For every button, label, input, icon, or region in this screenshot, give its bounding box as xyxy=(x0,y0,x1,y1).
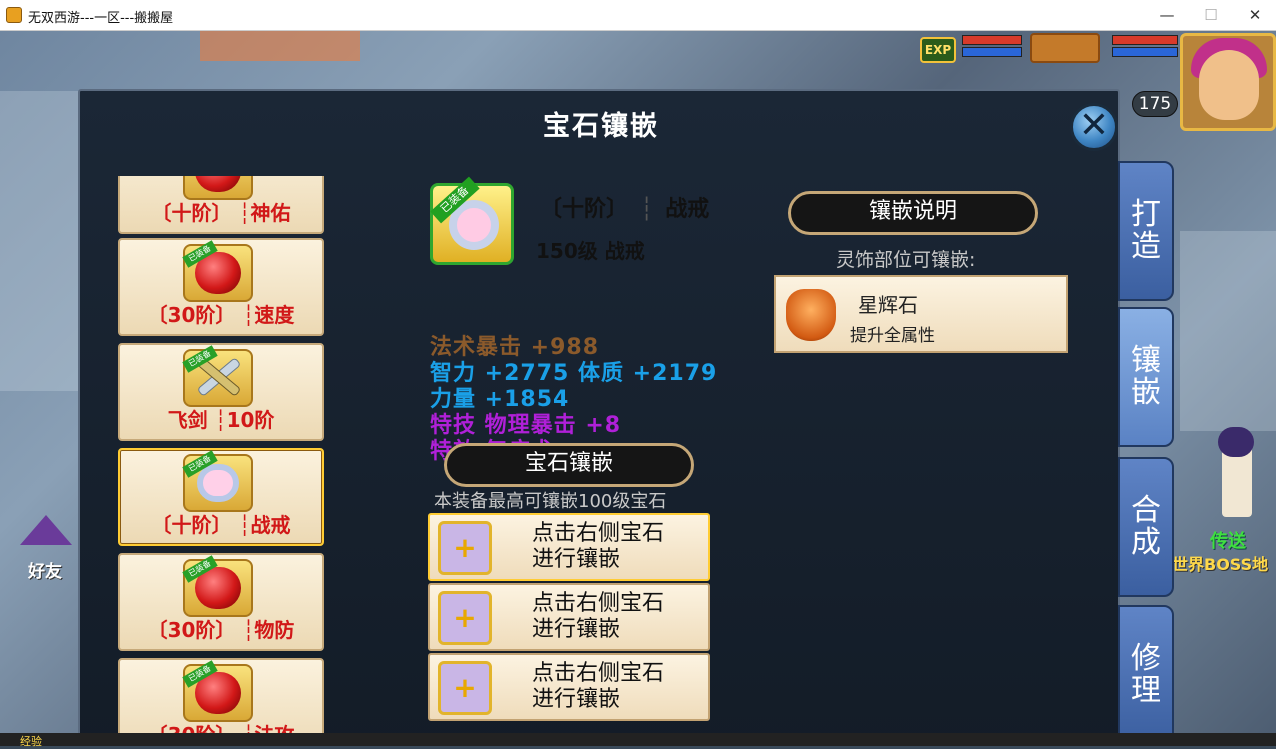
pet-mp-bar xyxy=(1112,47,1178,57)
game-viewport: EXP 175 好友 传送 世界BOSS地 宝石镶嵌 ✕ 已装备〔十阶〕 ┆神佑… xyxy=(0,31,1276,746)
gem-slot[interactable]: + 点击右侧宝石 进行镶嵌 xyxy=(428,583,710,651)
friend-button[interactable]: 好友 xyxy=(14,515,74,585)
side-tab-spacer xyxy=(1120,163,1172,199)
item-level-line: 150级 战戒 xyxy=(536,239,645,263)
side-tab-spacer xyxy=(1120,459,1172,495)
crossed-swords-icon: 已装备 xyxy=(182,345,253,407)
equipment-card[interactable]: 已装备 〔30阶〕 ┆物防 xyxy=(118,553,324,651)
gem-slot-line2: 进行镶嵌 xyxy=(532,687,621,712)
equipment-card-label: 〔十阶〕 ┆战戒 xyxy=(151,513,291,537)
item-name: 战戒 xyxy=(665,197,710,222)
item-grade: 〔十阶〕 xyxy=(540,197,629,222)
gem-slot-line2: 进行镶嵌 xyxy=(532,617,621,642)
bottom-exp-bar: 经验 xyxy=(0,733,1276,748)
side-tab-label: 镶嵌 xyxy=(1131,343,1161,410)
friend-hat-icon xyxy=(20,515,72,545)
npc-character[interactable] xyxy=(1208,427,1268,537)
plus-icon[interactable]: + xyxy=(438,661,492,715)
gem-slot[interactable]: + 点击右侧宝石 进行镶嵌 xyxy=(428,513,710,581)
side-tab-label: 合成 xyxy=(1131,493,1161,560)
side-tab[interactable]: 打造 xyxy=(1118,161,1174,301)
minimize-button[interactable]: — xyxy=(1152,4,1182,26)
pet-avatar[interactable] xyxy=(1030,33,1100,63)
side-tab[interactable]: 修理 xyxy=(1118,605,1174,745)
exp-badge: EXP xyxy=(920,37,956,63)
gem-info-card[interactable]: 星辉石 提升全属性 xyxy=(774,275,1068,353)
inlay-header-label: 宝石镶嵌 xyxy=(444,443,694,487)
gem-slot-text: 点击右侧宝石 进行镶嵌 xyxy=(532,661,702,713)
gem-slot-line1: 点击右侧宝石 xyxy=(532,661,665,686)
side-tab-spacer xyxy=(1120,309,1172,345)
gem-name: 星辉石 xyxy=(858,293,918,317)
background-wall xyxy=(0,91,80,391)
equipment-card[interactable]: 已装备 飞剑 ┆10阶 xyxy=(118,343,324,441)
inlay-header: 宝石镶嵌 xyxy=(444,443,696,487)
side-tab-label: 打造 xyxy=(1131,197,1161,264)
gem-slot-text: 点击右侧宝石 进行镶嵌 xyxy=(532,521,702,573)
background-wall xyxy=(1180,231,1276,431)
npc-head xyxy=(1218,427,1254,457)
gem-red-icon: 已装备 xyxy=(182,555,253,617)
ring-shape xyxy=(197,464,239,502)
explain-subtitle: 灵饰部位可镶嵌: xyxy=(836,249,976,271)
side-tab-spacer xyxy=(1120,607,1172,643)
gem-inlay-panel: 宝石镶嵌 ✕ 已装备〔十阶〕 ┆神佑已装备〔30阶〕 ┆速度已装备飞剑 ┆10阶… xyxy=(78,89,1120,746)
equipment-card[interactable]: 已装备 〔30阶〕 ┆速度 xyxy=(118,238,324,336)
pet-hp-bar xyxy=(1112,35,1178,45)
equipment-card[interactable]: 已装备〔十阶〕 ┆神佑 xyxy=(118,176,324,234)
equipment-list[interactable]: 已装备〔十阶〕 ┆神佑已装备〔30阶〕 ┆速度已装备飞剑 ┆10阶已装备〔十阶〕… xyxy=(118,176,324,746)
hp-bar xyxy=(962,35,1022,45)
ring-icon: 已装备 xyxy=(182,450,253,512)
side-tab-label: 修理 xyxy=(1131,641,1161,708)
close-window-button[interactable]: ✕ xyxy=(1240,4,1270,26)
plus-icon[interactable]: + xyxy=(438,591,492,645)
player-level-badge: 175 xyxy=(1132,91,1178,117)
world-boss-map-label[interactable]: 世界BOSS地 xyxy=(1172,551,1268,575)
portrait-face xyxy=(1199,50,1259,120)
window-titlebar: 无双西游---一区---搬搬屋 — ☐ ✕ xyxy=(0,0,1276,31)
plus-icon[interactable]: + xyxy=(438,521,492,575)
gem-slot-line1: 点击右侧宝石 xyxy=(532,521,665,546)
player-portrait[interactable] xyxy=(1180,33,1276,131)
close-panel-button[interactable]: ✕ xyxy=(1070,103,1118,151)
background-fire xyxy=(200,31,360,61)
inlay-note: 本装备最高可镶嵌100级宝石 xyxy=(434,491,667,512)
equipment-card-label: 〔十阶〕 ┆神佑 xyxy=(151,201,291,225)
gem-slot-line2: 进行镶嵌 xyxy=(532,547,621,572)
gem-slot-text: 点击右侧宝石 进行镶嵌 xyxy=(532,591,702,643)
gem-red-icon: 已装备 xyxy=(182,660,253,722)
red-gem-shape xyxy=(195,176,241,192)
gem-slot[interactable]: + 点击右侧宝石 进行镶嵌 xyxy=(428,653,710,721)
explain-header: 镶嵌说明 xyxy=(788,191,1040,235)
window-title: 无双西游---一区---搬搬屋 xyxy=(28,11,174,26)
panel-title: 宝石镶嵌 xyxy=(543,111,659,142)
equipment-card-label: 〔30阶〕 ┆速度 xyxy=(147,303,295,327)
teleport-label[interactable]: 传送 xyxy=(1210,527,1246,553)
friend-label: 好友 xyxy=(28,562,62,582)
equipment-card-label: 飞剑 ┆10阶 xyxy=(167,408,275,432)
mp-bar xyxy=(962,47,1022,57)
bottom-exp-label: 经验 xyxy=(20,735,42,748)
app-icon xyxy=(6,7,22,23)
selected-item-title: 〔十阶〕 ┆ 战戒 xyxy=(540,191,709,223)
equipment-card-label: 〔30阶〕 ┆物防 xyxy=(147,618,295,642)
side-tab[interactable]: 合成 xyxy=(1118,457,1174,597)
gem-slot-line1: 点击右侧宝石 xyxy=(532,591,665,616)
maximize-button[interactable]: ☐ xyxy=(1196,4,1226,26)
title-separator: ┆ xyxy=(640,197,654,222)
side-tab[interactable]: 镶嵌 xyxy=(1118,307,1174,447)
selected-item-icon: 已装备 xyxy=(430,176,514,265)
equipment-card[interactable]: 已装备 〔十阶〕 ┆战戒 xyxy=(118,448,324,546)
explain-header-label: 镶嵌说明 xyxy=(788,191,1038,235)
gem-bag-icon xyxy=(786,289,836,341)
gem-description: 提升全属性 xyxy=(850,326,935,346)
gem-red-icon: 已装备 xyxy=(182,240,253,302)
